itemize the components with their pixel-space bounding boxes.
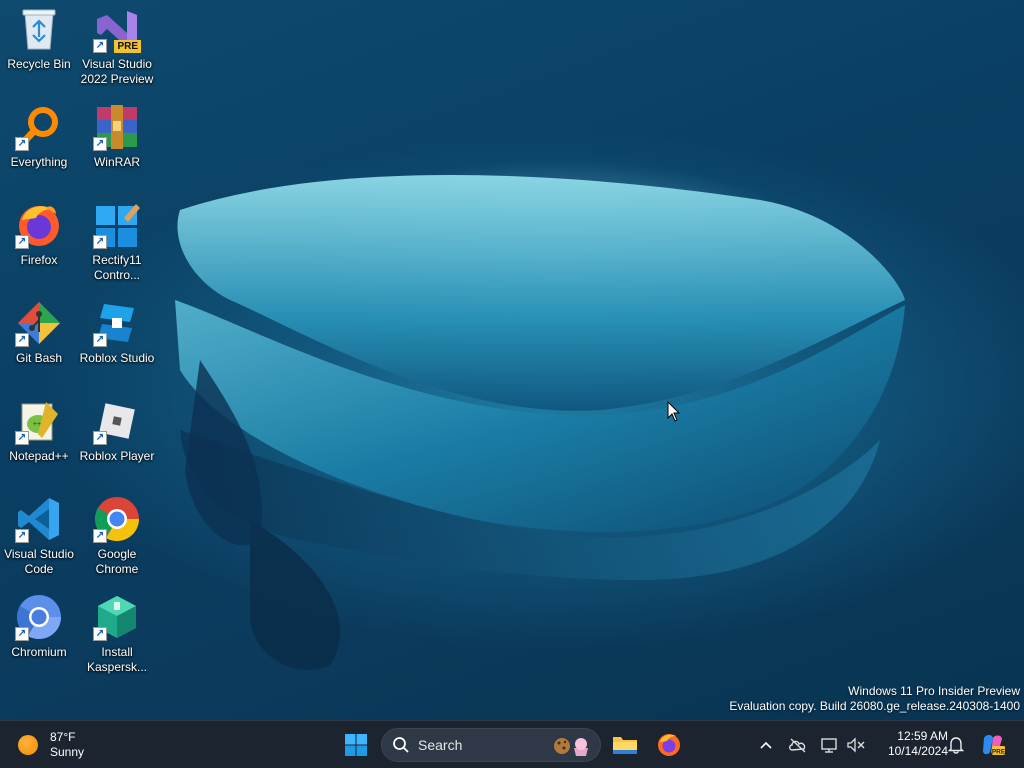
desktop-icon-label: Google Chrome bbox=[95, 547, 139, 576]
chevron-up-icon bbox=[760, 741, 772, 749]
shortcut-arrow-icon: ↗ bbox=[15, 235, 29, 249]
shortcut-arrow-icon: ↗ bbox=[15, 529, 29, 543]
svg-text:PRE: PRE bbox=[992, 749, 1006, 756]
volume-muted-icon bbox=[847, 737, 865, 753]
shortcut-arrow-icon: ↗ bbox=[15, 333, 29, 347]
shortcut-arrow-icon: ↗ bbox=[93, 235, 107, 249]
desktop-icon-everything-search[interactable]: ↗ Everything bbox=[0, 103, 78, 170]
firefox-icon bbox=[658, 734, 680, 756]
shortcut-arrow-icon: ↗ bbox=[15, 431, 29, 445]
roblox-studio-icon: ↗ bbox=[93, 299, 141, 347]
desktop-icon-label: Notepad++ bbox=[9, 449, 69, 463]
svg-text:++: ++ bbox=[33, 421, 41, 428]
shortcut-arrow-icon: ↗ bbox=[15, 137, 29, 151]
onedrive-tray-button[interactable] bbox=[786, 733, 810, 757]
desktop-icon-label: Visual Studio 2022 Preview bbox=[80, 57, 154, 86]
desktop-icon-label: Everything bbox=[10, 155, 68, 169]
copilot-preview-icon: PRE bbox=[983, 735, 1006, 756]
volume-tray-button[interactable] bbox=[844, 733, 868, 757]
desktop[interactable]: Recycle Bin ↗ PRE Visual Studio 2022 Previe… bbox=[0, 0, 1024, 720]
watermark-line-1: Windows 11 Pro Insider Preview bbox=[848, 684, 1020, 698]
desktop-icon-recycle-bin[interactable]: Recycle Bin bbox=[0, 5, 78, 72]
start-button[interactable] bbox=[338, 727, 374, 763]
clock-date: 10/14/2024 bbox=[887, 744, 948, 758]
notifications-button[interactable] bbox=[944, 733, 968, 757]
activation-watermark: Windows 11 Pro Insider Preview Evaluatio… bbox=[729, 684, 1020, 714]
network-tray-button[interactable] bbox=[818, 733, 842, 757]
recycle-bin-icon bbox=[15, 5, 63, 53]
bell-icon bbox=[948, 737, 964, 754]
chromium-icon: ↗ bbox=[15, 593, 63, 641]
git-bash-icon: ↗ bbox=[15, 299, 63, 347]
search-highlight-icon bbox=[554, 738, 588, 756]
mouse-pointer-icon bbox=[667, 401, 681, 422]
windows-logo-icon bbox=[345, 734, 367, 756]
desktop-icon-label: Roblox Studio bbox=[79, 351, 155, 365]
file-explorer-icon bbox=[613, 737, 637, 754]
file-explorer-button[interactable] bbox=[607, 727, 643, 763]
shortcut-arrow-icon: ↗ bbox=[93, 627, 107, 641]
desktop-icon-label: Recycle Bin bbox=[7, 57, 71, 71]
desktop-icon-chrome[interactable]: ↗ Google Chrome bbox=[78, 495, 156, 577]
preview-badge: PRE bbox=[114, 40, 141, 53]
chrome-icon: ↗ bbox=[93, 495, 141, 543]
desktop-icon-label: Firefox bbox=[20, 253, 58, 267]
show-hidden-icons-button[interactable] bbox=[754, 733, 778, 757]
desktop-icon-roblox-studio[interactable]: ↗ Roblox Studio bbox=[78, 299, 156, 366]
shortcut-arrow-icon: ↗ bbox=[93, 333, 107, 347]
desktop-icon-rectify11[interactable]: ↗ Rectify11 Contro... bbox=[78, 201, 156, 283]
shortcut-arrow-icon: ↗ bbox=[93, 529, 107, 543]
search-icon bbox=[393, 737, 409, 753]
desktop-icon-notepad-plus-plus[interactable]: ++ ↗ Notepad++ bbox=[0, 397, 78, 464]
desktop-icon-label: Chromium bbox=[11, 645, 67, 659]
rectify11-icon: ↗ bbox=[93, 201, 141, 249]
firefox-taskbar-button[interactable] bbox=[651, 727, 687, 763]
weather-widget[interactable]: 87°F Sunny bbox=[18, 728, 84, 762]
desktop-icon-firefox[interactable]: ↗ Firefox bbox=[0, 201, 78, 268]
desktop-icon-git-bash[interactable]: ↗ Git Bash bbox=[0, 299, 78, 366]
desktop-icon-roblox-player[interactable]: ↗ Roblox Player bbox=[78, 397, 156, 464]
desktop-icon-label: Git Bash bbox=[15, 351, 63, 365]
desktop-icon-label: Roblox Player bbox=[79, 449, 155, 463]
search-placeholder: Search bbox=[418, 737, 463, 753]
shortcut-arrow-icon: ↗ bbox=[93, 39, 107, 53]
onedrive-icon bbox=[789, 738, 806, 753]
winrar-icon: ↗ bbox=[93, 103, 141, 151]
desktop-icon-kaspersky-install[interactable]: ↗ Install Kaspersk... bbox=[78, 593, 156, 675]
roblox-player-icon: ↗ bbox=[93, 397, 141, 445]
watermark-line-2: Evaluation copy. Build 26080.ge_release.… bbox=[729, 699, 1020, 713]
vscode-icon: ↗ bbox=[15, 495, 63, 543]
clock-time: 12:59 AM bbox=[897, 729, 948, 743]
clock-button[interactable]: 12:59 AM 10/14/2024 bbox=[872, 729, 948, 759]
desktop-icon-visual-studio-preview[interactable]: ↗ PRE Visual Studio 2022 Preview bbox=[78, 5, 156, 87]
sun-icon bbox=[18, 735, 38, 755]
desktop-icon-chromium[interactable]: ↗ Chromium bbox=[0, 593, 78, 660]
weather-temperature: 87°F bbox=[50, 730, 76, 744]
taskbar: 87°F Sunny Search 12:59 AM 10/14/2024 PR… bbox=[0, 720, 1024, 768]
search-box[interactable]: Search bbox=[381, 728, 601, 762]
firefox-icon: ↗ bbox=[15, 201, 63, 249]
weather-condition: Sunny bbox=[50, 745, 85, 759]
shortcut-arrow-icon: ↗ bbox=[93, 137, 107, 151]
shortcut-arrow-icon: ↗ bbox=[93, 431, 107, 445]
kaspersky-install-icon: ↗ bbox=[93, 593, 141, 641]
copilot-button[interactable]: PRE bbox=[978, 733, 1008, 757]
desktop-icon-label: WinRAR bbox=[93, 155, 140, 169]
visual-studio-preview-icon: ↗ PRE bbox=[93, 5, 141, 53]
desktop-icon-label: Rectify11 Contro... bbox=[92, 253, 142, 282]
notepad-plus-plus-icon: ++ ↗ bbox=[15, 397, 63, 445]
desktop-icon-label: Install Kaspersk... bbox=[86, 645, 148, 674]
shortcut-arrow-icon: ↗ bbox=[15, 627, 29, 641]
everything-search-icon: ↗ bbox=[15, 103, 63, 151]
network-icon bbox=[821, 738, 837, 753]
desktop-icon-label: Visual Studio Code bbox=[4, 547, 74, 576]
desktop-icon-winrar[interactable]: ↗ WinRAR bbox=[78, 103, 156, 170]
desktop-icon-vscode[interactable]: ↗ Visual Studio Code bbox=[0, 495, 78, 577]
